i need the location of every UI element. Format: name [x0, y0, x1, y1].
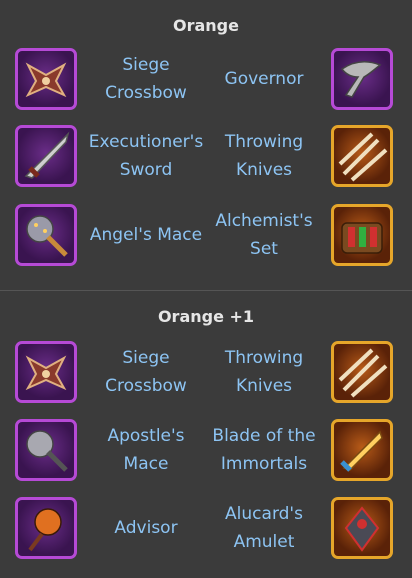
item-row: Siege Crossbow Governor [0, 44, 412, 114]
section-title: Orange +1 [157, 307, 255, 326]
section-orange-plus-one: Orange +1 Siege Crossbow Throwing Knives… [0, 291, 412, 578]
item-label: Advisor [114, 518, 178, 538]
executioners-sword-icon[interactable] [15, 125, 77, 187]
throwing-knives-icon[interactable] [331, 125, 393, 187]
section-title: Orange [173, 16, 239, 35]
item-label: Siege Crossbow [105, 55, 187, 103]
item-label: Throwing Knives [224, 132, 304, 180]
governor-icon[interactable] [331, 48, 393, 110]
alchemists-set-icon[interactable] [331, 204, 393, 266]
siege-crossbow-icon[interactable] [15, 48, 77, 110]
advisor-icon[interactable] [15, 497, 77, 559]
item-row: Angel's Mace Alchemist's Set [0, 200, 412, 270]
item-label: Throwing Knives [224, 348, 304, 396]
throwing-knives-icon[interactable] [331, 341, 393, 403]
item-row: Executioner's Sword Throwing Knives [0, 121, 412, 191]
item-row: Advisor Alucard's Amulet [0, 493, 412, 563]
item-label: Angel's Mace [89, 225, 203, 245]
apostles-mace-icon[interactable] [15, 419, 77, 481]
alucards-amulet-icon[interactable] [331, 497, 393, 559]
section-orange: Orange Siege Crossbow Governor Execution… [0, 0, 412, 291]
item-row: Apostle's Mace Blade of the Immortals [0, 415, 412, 485]
item-label: Alchemist's Set [215, 211, 313, 259]
blade-of-the-immortals-icon[interactable] [331, 419, 393, 481]
item-label: Governor [224, 69, 304, 89]
item-label: Blade of the Immortals [212, 426, 316, 474]
item-label: Alucard's Amulet [225, 504, 303, 552]
angels-mace-icon[interactable] [15, 204, 77, 266]
siege-crossbow-icon[interactable] [15, 341, 77, 403]
item-label: Siege Crossbow [105, 348, 187, 396]
item-row: Siege Crossbow Throwing Knives [0, 337, 412, 407]
item-label: Apostle's Mace [107, 426, 185, 474]
item-label: Executioner's Sword [88, 132, 204, 180]
